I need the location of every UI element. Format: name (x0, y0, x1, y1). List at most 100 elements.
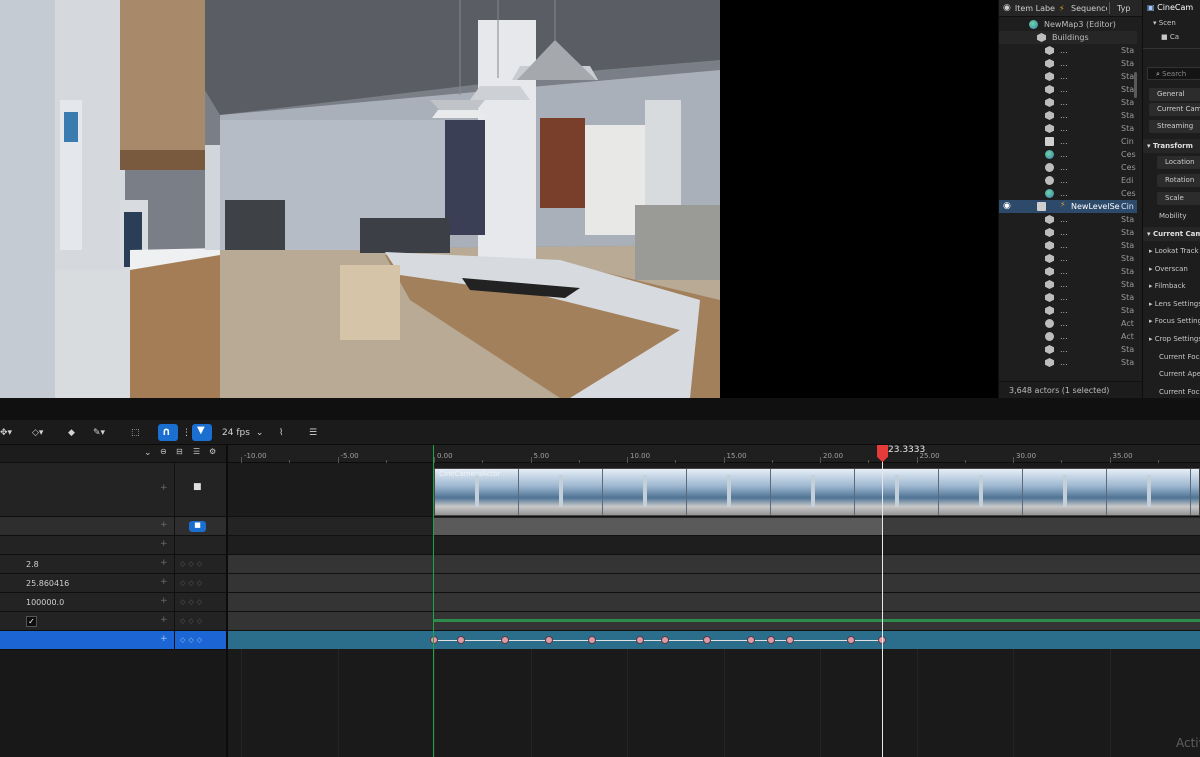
add-track-icon[interactable]: + (160, 520, 168, 530)
camera-property-row[interactable]: Current Apert (1143, 370, 1200, 378)
tab-streaming[interactable]: Streaming (1149, 120, 1200, 133)
keyframe[interactable] (587, 636, 596, 644)
add-key-icon[interactable]: + (160, 577, 168, 587)
key-nav-icons[interactable]: ◇◇◇ (180, 598, 205, 606)
field-location[interactable]: Location (1157, 156, 1200, 169)
outliner-row[interactable]: ... Sta (999, 226, 1137, 239)
tab-general[interactable]: General (1149, 88, 1200, 101)
camera-property-row[interactable]: ▸ Lens Settings (1143, 300, 1200, 308)
enabled-checkbox[interactable]: ✓ (26, 616, 37, 627)
camera-property-row[interactable]: ▸ Crop Settings (1143, 335, 1200, 343)
snap-magnet-button[interactable]: ∩ (158, 424, 178, 441)
outliner-row[interactable]: ... Edi (999, 174, 1137, 187)
outliner-scrollbar[interactable] (1134, 72, 1137, 98)
add-key-icon[interactable]: + (160, 558, 168, 568)
focus-distance-value[interactable]: 100000.0 (26, 598, 64, 607)
draw-pencil-icon[interactable]: ✎▾ (93, 425, 105, 441)
playback-start-marker[interactable] (433, 445, 434, 757)
field-scale[interactable]: Scale (1157, 192, 1200, 205)
section-current-camera[interactable]: ▾ Current Came (1143, 227, 1200, 241)
keyframe[interactable] (635, 636, 644, 644)
camera-property-row[interactable]: ▸ Lookat Track (1143, 247, 1200, 255)
camera-clip[interactable]: CineCameraActor (434, 468, 1200, 516)
outliner-row[interactable]: ... Sta (999, 356, 1137, 369)
panel-splitter[interactable] (0, 398, 1200, 420)
key-nav-icons[interactable]: ◇◇◇ (180, 617, 205, 625)
outliner-row[interactable]: ... Sta (999, 343, 1137, 356)
column-type[interactable]: Typ (1117, 4, 1130, 13)
column-item-label[interactable]: Item Labe (1015, 4, 1055, 13)
component-scene[interactable]: ▾ Scen (1143, 19, 1200, 27)
track-enabled[interactable]: ✓ + ◇◇◇ (0, 612, 226, 631)
playhead-snap-button[interactable]: ▼ (192, 424, 212, 441)
outliner-row[interactable]: ... Act (999, 317, 1137, 330)
column-sequence[interactable]: Sequence (1071, 4, 1107, 13)
tab-current-camera[interactable]: Current Cam (1149, 103, 1200, 116)
outliner-row[interactable]: ... Sta (999, 265, 1137, 278)
track-aperture[interactable]: 2.8 + ◇◇◇ (0, 555, 226, 574)
time-ruler[interactable]: -10.00 -5.00 0.00 5.00 10.00 15.00 20.00 25.00 3… (228, 445, 1200, 463)
settings-gear-icon[interactable]: ⚙ (209, 447, 216, 456)
keyframe[interactable] (785, 636, 794, 644)
playhead-line[interactable] (882, 459, 883, 757)
outliner-row[interactable]: ... Act (999, 330, 1137, 343)
outliner-row[interactable]: NewLevelSe Cin ◉ ⚡ (999, 200, 1137, 213)
details-search-input[interactable]: ⌕ Search (1147, 67, 1200, 80)
focal-length-value[interactable]: 25.860416 (26, 579, 69, 588)
world-outliner[interactable]: ◉ Item Labe ⚡ Sequence Typ NewMap3 (Edit… (998, 0, 1142, 398)
outliner-row[interactable]: ... Sta (999, 291, 1137, 304)
add-key-icon[interactable]: ◆ (68, 425, 75, 441)
sequencer-timeline[interactable]: -10.00 -5.00 0.00 5.00 10.00 15.00 20.00 25.00 3… (228, 445, 1200, 757)
field-rotation[interactable]: Rotation (1157, 174, 1200, 187)
aperture-value[interactable]: 2.8 (26, 560, 39, 569)
snap-options-icon[interactable]: ⋮ (182, 425, 191, 441)
add-track-icon[interactable]: + (160, 483, 168, 493)
add-key-icon[interactable]: + (160, 596, 168, 606)
outliner-row[interactable]: ... Sta (999, 122, 1137, 135)
outliner-row[interactable]: ... Sta (999, 252, 1137, 265)
keyframe[interactable] (430, 636, 438, 644)
key-interp-icon[interactable]: ◇▾ (32, 425, 43, 441)
outliner-row[interactable]: ... Sta (999, 239, 1137, 252)
outliner-row[interactable]: ... Sta (999, 278, 1137, 291)
track-camera-component[interactable]: + ■ (0, 517, 226, 536)
camera-property-row[interactable]: ▸ Overscan (1143, 265, 1200, 273)
outliner-row[interactable]: ... Sta (999, 304, 1137, 317)
timeline-options-icon[interactable]: ☰ (309, 425, 317, 441)
camera-property-row[interactable]: ▸ Filmback (1143, 282, 1200, 290)
visibility-eye-icon[interactable]: ◉ (1003, 3, 1011, 13)
camera-lock-button[interactable]: ■ (189, 521, 206, 532)
outliner-row[interactable]: ... Ces (999, 161, 1137, 174)
outliner-row[interactable]: ... Cin (999, 135, 1137, 148)
keyframe[interactable] (660, 636, 669, 644)
key-nav-icons[interactable]: ◇◇◇ (180, 579, 205, 587)
camera-cut-icon[interactable]: ■ (193, 482, 202, 492)
add-track-icon[interactable]: + (160, 539, 168, 549)
camera-property-row[interactable]: ▸ Focus Setting (1143, 317, 1200, 325)
outliner-row[interactable]: ... Ces (999, 148, 1137, 161)
curve-editor-icon[interactable]: ⌇ (279, 425, 283, 441)
outliner-map-root[interactable]: NewMap3 (Editor) (999, 18, 1137, 31)
outliner-row[interactable]: ... Sta (999, 96, 1137, 109)
outliner-row[interactable]: ... Sta (999, 109, 1137, 122)
section-transform[interactable]: ▾ Transform (1143, 139, 1200, 153)
add-key-icon[interactable]: + (160, 615, 168, 625)
key-nav-icons[interactable]: ◇◇◇ (180, 636, 205, 644)
outliner-row[interactable]: ... Sta (999, 44, 1137, 57)
track-cine-camera[interactable]: + ■ (0, 463, 226, 517)
keyframe[interactable] (456, 636, 465, 644)
transform-tool-icon[interactable]: ✥▾ (0, 425, 12, 441)
details-panel[interactable]: ▣ CineCam ▾ Scen ■ Ca ⌕ Search General C… (1142, 0, 1200, 398)
component-camera[interactable]: ■ Ca (1143, 33, 1200, 41)
level-viewport[interactable] (0, 0, 720, 398)
outliner-folder-buildings[interactable]: Buildings (999, 31, 1137, 44)
outliner-row[interactable]: ... Sta (999, 70, 1137, 83)
keyframe[interactable] (766, 636, 775, 644)
outliner-row[interactable]: ... Sta (999, 213, 1137, 226)
key-nav-icons[interactable]: ◇◇◇ (180, 560, 205, 568)
add-key-icon[interactable]: + (160, 634, 168, 644)
track-transform-selected[interactable]: + ◇◇◇ (0, 631, 226, 650)
outliner-row[interactable]: ... Sta (999, 83, 1137, 96)
camera-property-row[interactable]: Current Foca (1143, 353, 1200, 361)
track-group[interactable]: + (0, 536, 226, 555)
